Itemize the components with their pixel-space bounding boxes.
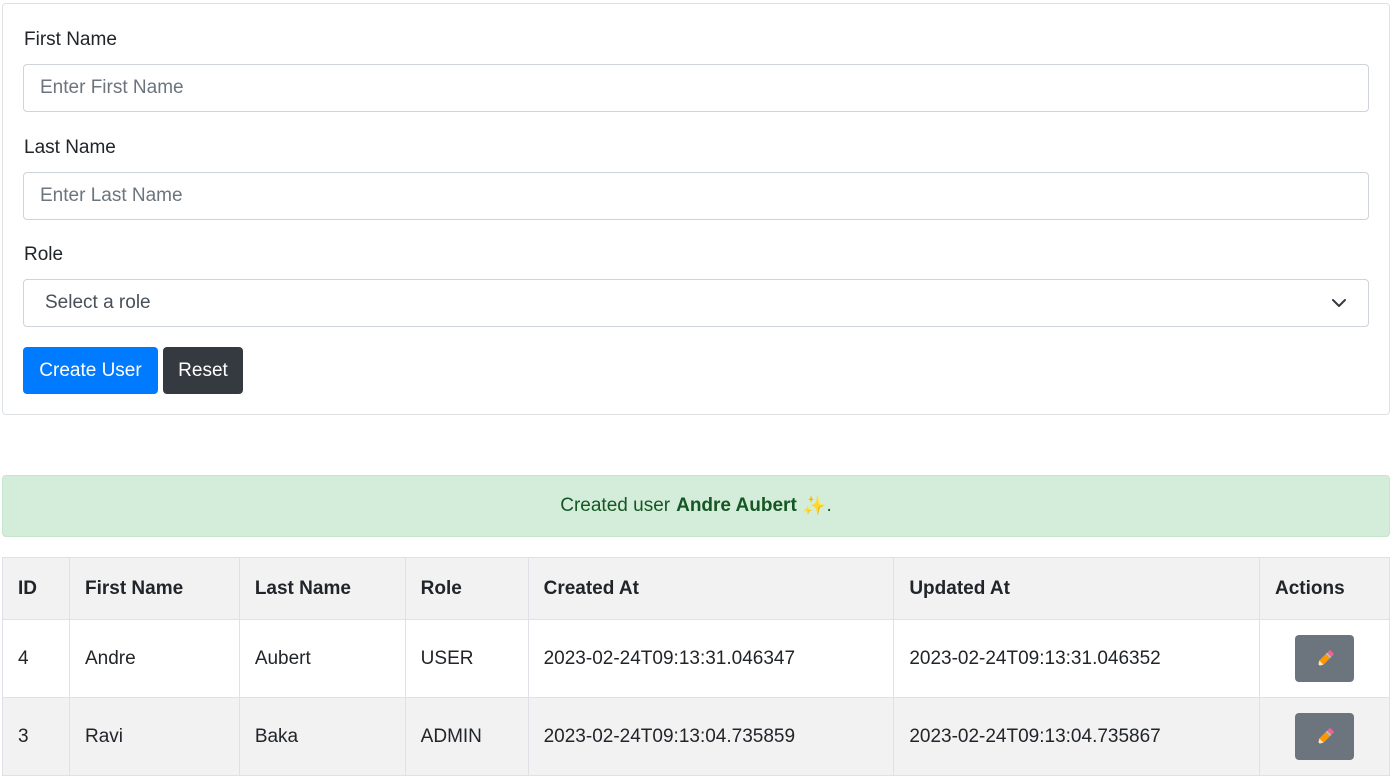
last-name-label: Last Name (24, 137, 116, 158)
cell-id: 3 (2, 697, 70, 776)
cell-updated-at: 2023-02-24T09:13:04.735867 (893, 697, 1261, 776)
cell-id: 4 (2, 619, 70, 698)
user-form-card: First Name Last Name Role Select a role … (2, 3, 1390, 415)
alert-suffix: . (826, 495, 832, 516)
alert-prefix: Created user (560, 495, 671, 516)
cell-created-at: 2023-02-24T09:13:31.046347 (527, 619, 895, 698)
header-updated-at: Updated At (893, 557, 1261, 620)
edit-user-button[interactable] (1295, 635, 1354, 682)
cell-last-name: Baka (238, 697, 406, 776)
header-last-name: Last Name (238, 557, 406, 620)
first-name-label: First Name (24, 29, 117, 50)
cell-last-name: Aubert (238, 619, 406, 698)
pencil-icon (1317, 649, 1334, 666)
header-role: Role (404, 557, 529, 620)
success-alert: Created user Andre Aubert ✨ . (2, 475, 1390, 537)
cell-actions (1259, 697, 1390, 776)
chevron-down-icon (1332, 299, 1346, 307)
cell-first-name: Ravi (68, 697, 240, 776)
last-name-input[interactable] (23, 172, 1369, 220)
header-created-at: Created At (527, 557, 895, 620)
cell-actions (1259, 619, 1390, 698)
cell-created-at: 2023-02-24T09:13:04.735859 (527, 697, 895, 776)
sparkles-icon: ✨ (802, 496, 827, 517)
table-row: 4 Andre Aubert USER 2023-02-24T09:13:31.… (2, 619, 1390, 698)
first-name-input[interactable] (23, 64, 1369, 112)
header-actions: Actions (1259, 557, 1390, 620)
role-label: Role (24, 244, 64, 265)
role-select-value: Select a role (45, 292, 151, 313)
users-table: ID First Name Last Name Role Created At … (2, 557, 1390, 776)
header-first-name: First Name (68, 557, 240, 620)
cell-updated-at: 2023-02-24T09:13:31.046352 (893, 619, 1261, 698)
cell-first-name: Andre (68, 619, 240, 698)
header-id: ID (2, 557, 70, 620)
edit-user-button[interactable] (1295, 713, 1354, 760)
cell-role: USER (404, 619, 529, 698)
alert-user-name: Andre Aubert (676, 495, 797, 516)
reset-button[interactable]: Reset (163, 347, 243, 394)
table-row: 3 Ravi Baka ADMIN 2023-02-24T09:13:04.73… (2, 697, 1390, 776)
role-select[interactable]: Select a role (23, 279, 1369, 327)
table-header-row: ID First Name Last Name Role Created At … (2, 557, 1390, 620)
create-user-button[interactable]: Create User (23, 347, 158, 394)
pencil-icon (1317, 727, 1334, 744)
cell-role: ADMIN (404, 697, 529, 776)
